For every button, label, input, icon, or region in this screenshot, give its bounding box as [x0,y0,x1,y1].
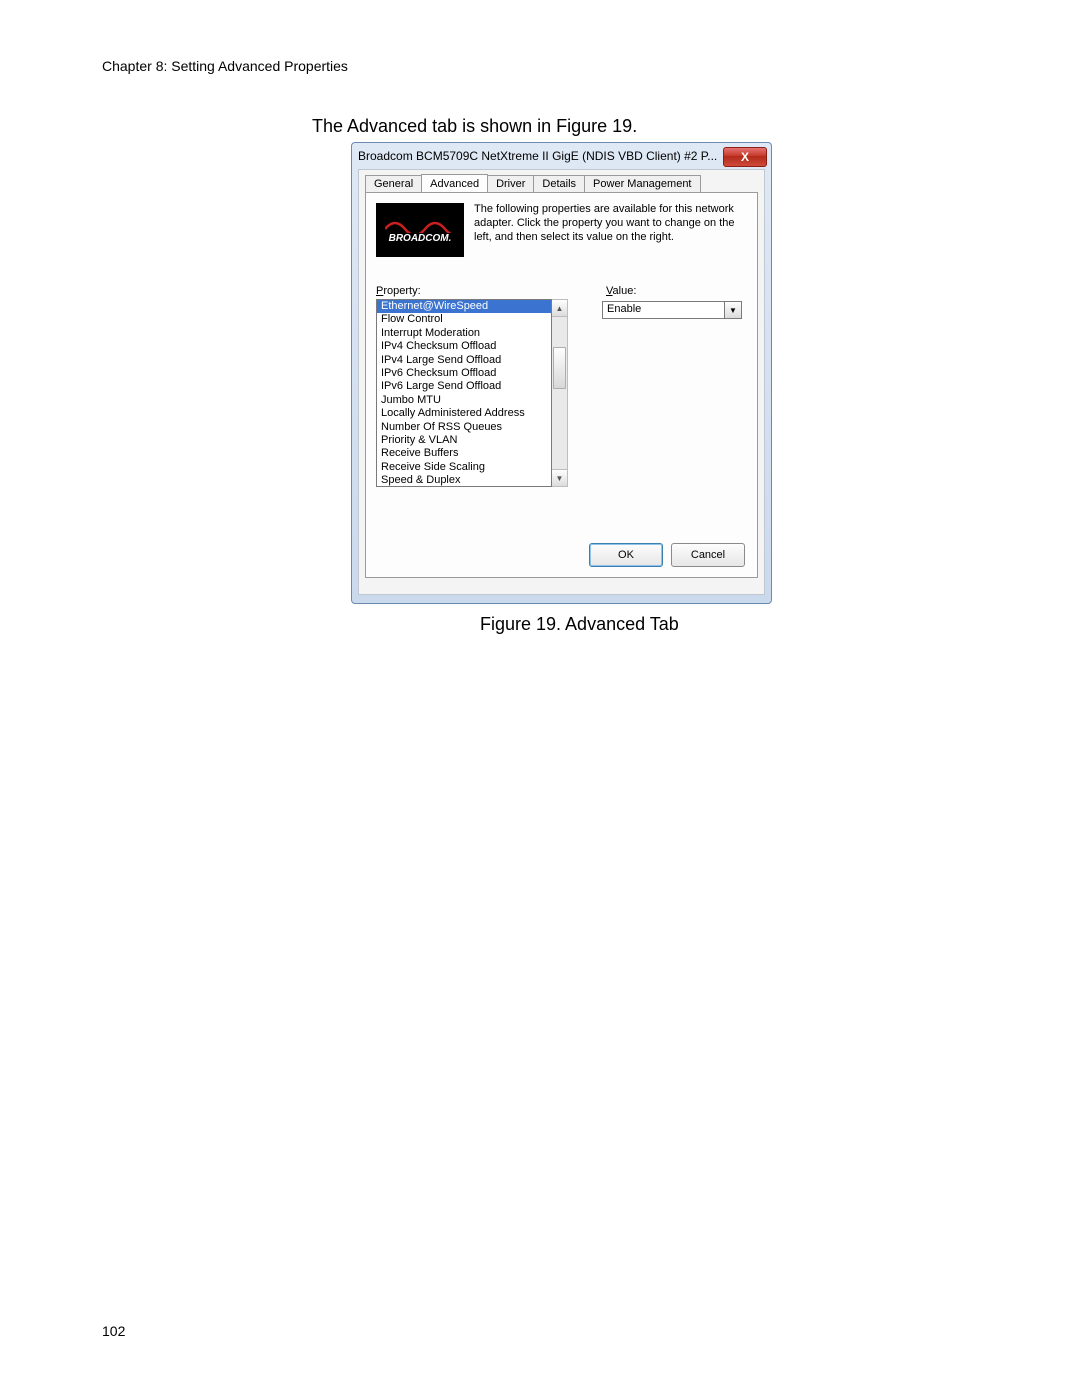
value-label: Value: [606,285,636,297]
scroll-thumb[interactable] [553,347,566,389]
list-item[interactable]: Receive Side Scaling [377,461,551,474]
broadcom-wave-icon [385,217,455,233]
scroll-up-button[interactable]: ▲ [552,300,567,317]
vendor-logo-text: BROADCOM. [389,233,452,244]
close-button[interactable]: X [723,147,767,167]
page-number: 102 [102,1323,125,1339]
tabstrip: General Advanced Driver Details Power Ma… [365,174,764,192]
list-item[interactable]: Locally Administered Address [377,407,551,420]
list-item[interactable]: Ethernet@WireSpeed [377,300,551,313]
tab-driver[interactable]: Driver [487,175,534,193]
tab-general[interactable]: General [365,175,422,193]
chapter-header: Chapter 8: Setting Advanced Properties [102,58,348,74]
chevron-down-icon: ▼ [729,306,737,315]
list-item[interactable]: Receive Buffers [377,447,551,460]
chevron-up-icon: ▲ [556,304,564,313]
tab-power-management[interactable]: Power Management [584,175,700,193]
titlebar: Broadcom BCM5709C NetXtreme II GigE (NDI… [352,143,771,169]
listbox-scrollbar[interactable]: ▲ ▼ [552,299,568,487]
list-item[interactable]: IPv4 Checksum Offload [377,340,551,353]
dialog-body: General Advanced Driver Details Power Ma… [358,169,765,595]
description-text: The following properties are available f… [474,203,747,257]
tab-advanced[interactable]: Advanced [421,174,488,192]
list-item[interactable]: Interrupt Moderation [377,327,551,340]
cancel-button[interactable]: Cancel [671,543,745,567]
figure-caption: Figure 19. Advanced Tab [480,614,679,635]
ok-button[interactable]: OK [589,543,663,567]
list-item[interactable]: Priority & VLAN [377,434,551,447]
value-selected: Enable [603,302,724,318]
window-title: Broadcom BCM5709C NetXtreme II GigE (NDI… [358,149,723,163]
list-item[interactable]: Flow Control [377,313,551,326]
scroll-down-button[interactable]: ▼ [552,469,567,486]
chevron-down-icon: ▼ [556,474,564,483]
list-item[interactable]: IPv6 Checksum Offload [377,367,551,380]
list-item[interactable]: IPv4 Large Send Offload [377,354,551,367]
close-icon: X [741,150,749,164]
tab-details[interactable]: Details [533,175,585,193]
properties-dialog: Broadcom BCM5709C NetXtreme II GigE (NDI… [351,142,772,604]
value-combobox[interactable]: Enable ▼ [602,301,742,319]
list-item[interactable]: Speed & Duplex [377,474,551,487]
property-label: Property: [376,285,586,297]
scroll-track[interactable] [552,317,567,469]
list-item[interactable]: Number Of RSS Queues [377,421,551,434]
lead-text: The Advanced tab is shown in Figure 19. [312,116,637,137]
vendor-logo: BROADCOM. [376,203,464,257]
list-item[interactable]: Jumbo MTU [377,394,551,407]
tab-panel-advanced: BROADCOM. The following properties are a… [365,192,758,578]
dropdown-button[interactable]: ▼ [724,302,741,318]
property-listbox[interactable]: Ethernet@WireSpeed Flow Control Interrup… [376,299,552,487]
list-item[interactable]: IPv6 Large Send Offload [377,380,551,393]
